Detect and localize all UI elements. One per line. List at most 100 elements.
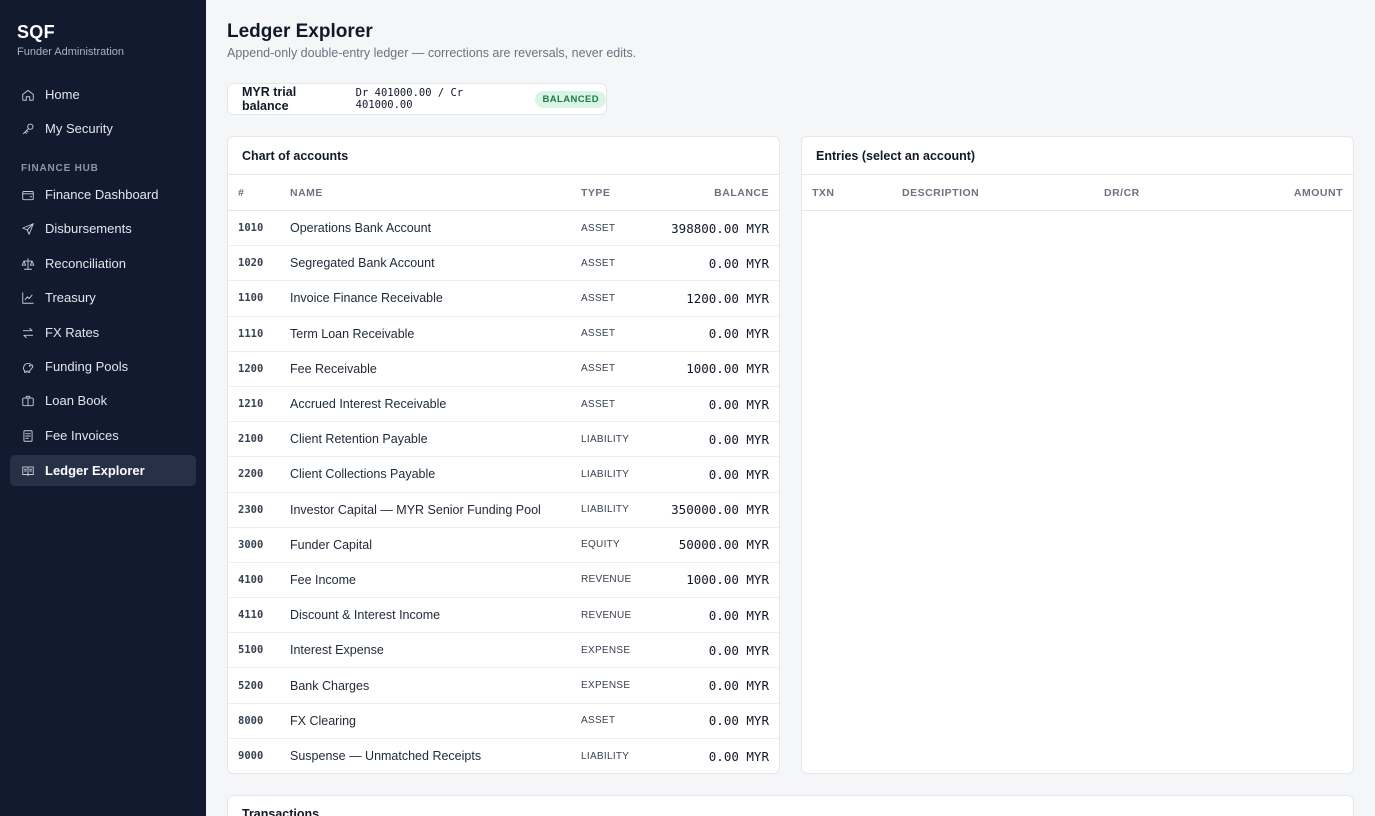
table-row[interactable]: 5200 Bank Charges EXPENSE 0.00 MYR xyxy=(228,668,779,704)
account-number: 5200 xyxy=(238,679,264,692)
account-name: Bank Charges xyxy=(290,678,370,693)
column-header-name: NAME xyxy=(290,186,323,199)
table-row[interactable]: 4110 Discount & Interest Income REVENUE 0.0… xyxy=(228,598,779,634)
sidebar-item-treasury[interactable]: Treasury xyxy=(10,282,196,313)
table-row[interactable]: 1110 Term Loan Receivable ASSET 0.00 MYR xyxy=(228,317,779,352)
table-row[interactable]: 1200 Fee Receivable ASSET 1000.00 MYR xyxy=(228,352,779,387)
account-name: Fee Receivable xyxy=(290,361,377,376)
table-row[interactable]: 8000 FX Clearing ASSET 0.00 MYR xyxy=(228,704,779,739)
account-type: LIABILITY xyxy=(581,504,630,516)
sidebar-item-funding-pools[interactable]: Funding Pools xyxy=(10,351,196,382)
account-number: 2300 xyxy=(238,503,264,516)
table-row[interactable]: 2100 Client Retention Payable LIABILITY 0.0… xyxy=(228,422,779,458)
account-name: Investor Capital — MYR Senior Funding Po… xyxy=(290,502,541,517)
account-name: Interest Expense xyxy=(290,643,384,658)
table-row[interactable]: 2300 Investor Capital — MYR Senior Fundin… xyxy=(228,493,779,528)
table-row[interactable]: 5100 Interest Expense EXPENSE 0.00 MYR xyxy=(228,633,779,669)
scale-icon xyxy=(21,257,35,271)
sidebar-item-ledger-explorer[interactable]: Ledger Explorer xyxy=(10,455,196,486)
sidebar-item-disbursements[interactable]: Disbursements xyxy=(10,213,196,244)
account-number: 5100 xyxy=(238,644,264,657)
sidebar-item-label: Treasury xyxy=(45,290,96,305)
account-name: Suspense — Unmatched Receipts xyxy=(290,749,482,764)
sidebar-item-label: Home xyxy=(45,87,80,102)
account-balance: 0.00 MYR xyxy=(708,607,769,623)
table-row[interactable]: 9000 Suspense — Unmatched Receipts LIABILI… xyxy=(228,739,779,773)
account-number: 2200 xyxy=(238,468,264,481)
sidebar-item-fx-rates[interactable]: FX Rates xyxy=(10,317,196,348)
column-header-number: # xyxy=(238,186,245,199)
account-name: Fee Income xyxy=(290,572,357,587)
sidebar-item-my-security[interactable]: My Security xyxy=(10,113,196,144)
account-name: Operations Bank Account xyxy=(290,221,432,236)
account-type: LIABILITY xyxy=(581,468,630,480)
book-icon xyxy=(21,464,35,478)
accounts-table-header: # NAME TYPE BALANCE xyxy=(228,175,779,211)
account-type: REVENUE xyxy=(581,609,632,621)
account-number: 1020 xyxy=(238,257,264,270)
table-row[interactable]: 1100 Invoice Finance Receivable ASSET 1200.… xyxy=(228,281,779,317)
transactions-card: Transactions xyxy=(227,795,1354,816)
nav-section-label: FINANCE HUB xyxy=(21,163,99,174)
sidebar-item-label: Fee Invoices xyxy=(45,428,119,443)
transactions-title: Transactions xyxy=(242,807,320,816)
entries-title: Entries (select an account) xyxy=(802,137,1353,175)
table-row[interactable]: 4100 Fee Income REVENUE 1000.00 MYR xyxy=(228,563,779,599)
sidebar-item-fee-invoices[interactable]: Fee Invoices xyxy=(10,420,196,451)
account-type: ASSET xyxy=(581,222,616,234)
account-type: REVENUE xyxy=(581,574,632,586)
sidebar-item-loan-book[interactable]: Loan Book xyxy=(10,385,196,416)
account-balance: 0.00 MYR xyxy=(708,642,769,658)
column-header-balance: BALANCE xyxy=(714,186,769,199)
account-number: 9000 xyxy=(238,750,264,763)
account-number: 8000 xyxy=(238,714,264,727)
table-row[interactable]: 1210 Accrued Interest Receivable ASSET 0.00… xyxy=(228,387,779,423)
column-header-description: DESCRIPTION xyxy=(902,186,980,199)
account-number: 4110 xyxy=(238,609,264,622)
account-name: Funder Capital xyxy=(290,537,372,552)
sidebar-item-label: Loan Book xyxy=(45,393,108,408)
column-header-type: TYPE xyxy=(581,186,611,199)
account-type: ASSET xyxy=(581,257,616,269)
receipt-icon xyxy=(21,429,35,443)
account-number: 4100 xyxy=(238,573,264,586)
sidebar-item-label: FX Rates xyxy=(45,325,100,340)
entries-table-header: TXN DESCRIPTION DR/CR AMOUNT xyxy=(802,175,1353,211)
trial-balance-label: MYR trial balance xyxy=(242,85,297,113)
account-type: ASSET xyxy=(581,328,616,340)
account-type: LIABILITY xyxy=(581,433,630,445)
sidebar-item-finance-dashboard[interactable]: Finance Dashboard xyxy=(10,179,196,210)
sidebar-item-reconciliation[interactable]: Reconciliation xyxy=(10,248,196,279)
table-row[interactable]: 1010 Operations Bank Account ASSET 398800.0… xyxy=(228,211,779,247)
account-number: 1100 xyxy=(238,292,264,305)
account-name: Accrued Interest Receivable xyxy=(290,397,447,412)
chart-of-accounts-title: Chart of accounts xyxy=(228,137,779,175)
account-balance: 350000.00 MYR xyxy=(671,502,769,518)
sidebar-item-label: Disbursements xyxy=(45,221,132,236)
table-row[interactable]: 1020 Segregated Bank Account ASSET 0.00 MYR xyxy=(228,246,779,282)
home-icon xyxy=(21,88,35,102)
swap-icon xyxy=(21,326,35,340)
account-type: ASSET xyxy=(581,398,616,410)
account-balance: 0.00 MYR xyxy=(708,466,769,482)
table-row[interactable]: 3000 Funder Capital EQUITY 50000.00 MYR xyxy=(228,528,779,563)
sidebar-item-label: Funding Pools xyxy=(45,359,129,374)
account-number: 2100 xyxy=(238,433,264,446)
account-type: EXPENSE xyxy=(581,644,631,656)
column-header-amount: AMOUNT xyxy=(1293,186,1343,199)
wallet-icon xyxy=(21,188,35,202)
sidebar-item-home[interactable]: Home xyxy=(10,79,196,110)
table-row[interactable]: 2200 Client Collections Payable LIABILITY 0… xyxy=(228,457,779,493)
account-balance: 1000.00 MYR xyxy=(686,361,769,377)
account-number: 1110 xyxy=(238,327,264,340)
account-balance: 0.00 MYR xyxy=(708,396,769,412)
account-name: Discount & Interest Income xyxy=(290,608,441,623)
account-type: ASSET xyxy=(581,292,616,304)
account-balance: 0.00 MYR xyxy=(708,748,769,764)
account-type: ASSET xyxy=(581,363,616,375)
status-badge: BALANCED xyxy=(535,90,606,108)
account-type: EXPENSE xyxy=(581,680,631,692)
key-icon xyxy=(21,122,35,136)
page-title: Ledger Explorer xyxy=(227,21,373,42)
page-subtitle: Append-only double-entry ledger — correc… xyxy=(227,46,637,60)
